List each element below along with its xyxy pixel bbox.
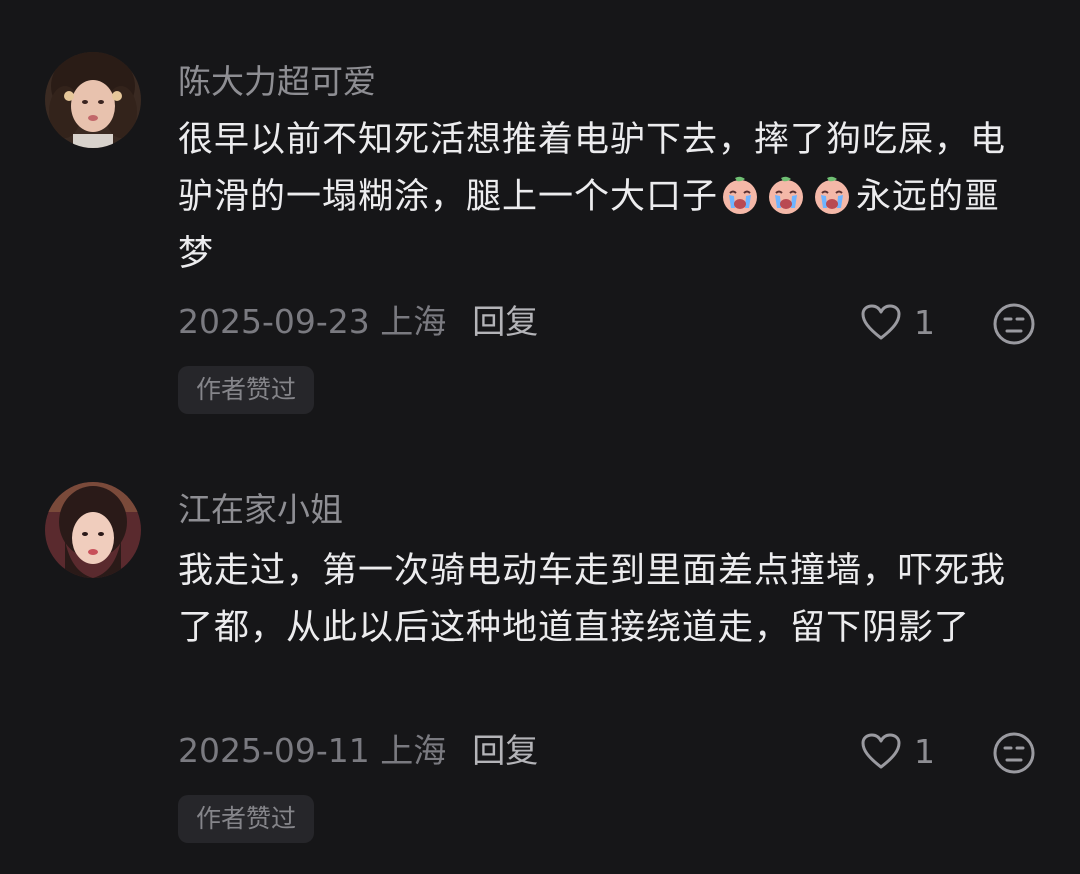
unamused-face-icon (992, 302, 1036, 346)
comment-text: 很早以前不知死活想推着电驴下去，摔了狗吃屎，电驴滑的一塌糊涂，腿上一个大口子 永远… (178, 112, 1028, 283)
like-count: 1 (914, 731, 935, 771)
avatar[interactable] (45, 52, 141, 148)
username[interactable]: 陈大力超可爱 (178, 62, 376, 102)
comment-date: 2025-09-23 (178, 302, 370, 341)
loudly-crying-face-icon (811, 174, 853, 216)
comment-meta: 2025-09-23 上海 回复 (178, 302, 538, 342)
username[interactable]: 江在家小姐 (178, 490, 343, 530)
like-button[interactable]: 1 (860, 729, 935, 773)
author-liked-badge: 作者赞过 (178, 366, 315, 414)
loudly-crying-face-icon (719, 174, 761, 216)
author-liked-badge: 作者赞过 (178, 795, 315, 843)
loudly-crying-face-icon (765, 174, 807, 216)
like-button[interactable]: 1 (860, 300, 935, 344)
comment-text: 我走过，第一次骑电动车走到里面差点撞墙，吓死我了都，从此以后这种地道直接绕道走，… (178, 543, 1028, 657)
comment-text-part: 我走过，第一次骑电动车走到里面差点撞墙，吓死我了都，从此以后这种地道直接绕道走，… (178, 551, 1007, 648)
reply-button[interactable]: 回复 (472, 302, 538, 341)
comment-location: 上海 (380, 302, 447, 341)
unamused-face-icon (992, 731, 1036, 775)
heart-outline-icon (860, 303, 902, 341)
dislike-button[interactable] (992, 731, 1036, 775)
comment-date: 2025-09-11 (178, 731, 370, 770)
reply-button[interactable]: 回复 (472, 731, 538, 770)
comment-meta: 2025-09-11 上海 回复 (178, 731, 538, 771)
heart-outline-icon (860, 732, 902, 770)
avatar[interactable] (45, 482, 141, 578)
comment-location: 上海 (380, 731, 447, 770)
like-count: 1 (914, 302, 935, 342)
dislike-button[interactable] (992, 302, 1036, 346)
